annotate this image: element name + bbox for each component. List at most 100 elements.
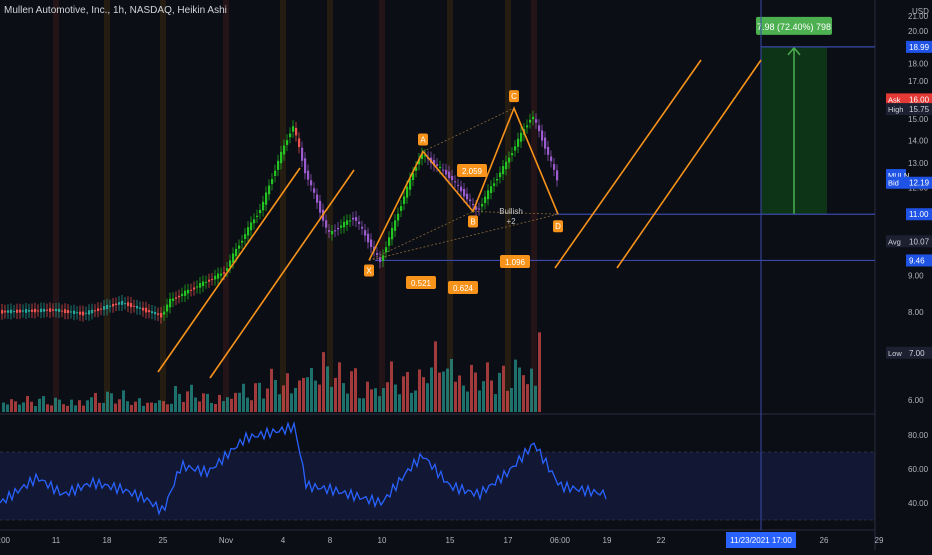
candle-body (220, 273, 223, 276)
candle-body (49, 308, 52, 312)
volume-bar (22, 402, 25, 412)
volume-bar (50, 405, 53, 412)
volume-bar (478, 390, 481, 412)
volume-bar (222, 401, 225, 412)
ratio-label: 2.059 (462, 167, 483, 176)
candle-body (316, 194, 319, 203)
volume-bar (138, 398, 141, 412)
candle-body (445, 169, 448, 175)
volume-bar (166, 404, 169, 412)
volume-bar (374, 388, 377, 412)
price-tick: 20.00 (908, 27, 929, 36)
pattern-point-label: D (555, 222, 561, 231)
volume-bar (278, 394, 281, 412)
pattern-signal: +2 (506, 217, 516, 226)
candle-body (334, 230, 337, 232)
chart-canvas[interactable]: 7.98 (72.40%) 798 2.059 0.521 0.624 1.096 X A B… (0, 0, 932, 550)
candle-body (484, 196, 487, 204)
volume-bar (454, 381, 457, 412)
candle-body (346, 220, 349, 225)
candle-body (106, 304, 109, 310)
volume-bar (398, 394, 401, 412)
candle-body (451, 175, 454, 181)
candle-body (499, 172, 502, 178)
candle-body (403, 196, 406, 204)
volume-bar (490, 380, 493, 412)
candle-body (517, 138, 520, 147)
candle-body (442, 169, 445, 171)
volume-bar (382, 388, 385, 412)
candle-body (367, 233, 370, 243)
crosshair-date-label: 11/23/2021 17:00 (730, 536, 792, 545)
volume-bar (274, 380, 277, 412)
candle-body (508, 157, 511, 163)
candle-body (469, 199, 472, 202)
candle-body (211, 278, 214, 280)
candle-body (370, 239, 373, 248)
candle-body (466, 193, 469, 200)
candle-body (64, 309, 67, 314)
ratio-label: 0.521 (411, 279, 432, 288)
volume-bar (506, 390, 509, 412)
candle-body (43, 308, 46, 312)
chart-root[interactable]: 7.98 (72.40%) 798 2.059 0.521 0.624 1.096 X A B… (0, 0, 932, 550)
volume-bar (54, 397, 57, 412)
volume-bar (498, 372, 501, 412)
volume-bar (110, 393, 113, 412)
candle-body (13, 311, 16, 313)
candle-body (187, 289, 190, 294)
candle-body (205, 281, 208, 283)
volume-bar (370, 389, 373, 412)
candle-body (169, 298, 172, 308)
candle-body (388, 237, 391, 246)
candle-body (112, 303, 115, 307)
volume-bar (114, 403, 117, 412)
candle-body (28, 309, 31, 312)
volume-bar (386, 382, 389, 412)
candle-body (550, 156, 553, 162)
candle-body (553, 164, 556, 170)
candle-body (40, 308, 43, 313)
volume-bar (14, 401, 17, 412)
candle-body (349, 220, 352, 222)
candle-body (88, 310, 91, 315)
candle-body (82, 311, 85, 316)
candle-body (145, 307, 148, 313)
candle-body (193, 287, 196, 290)
rsi-tick: 40.00 (908, 499, 929, 508)
candle-body (364, 230, 367, 236)
candle-body (151, 311, 154, 314)
candle-body (337, 227, 340, 230)
volume-bar (146, 402, 149, 412)
volume-bar (214, 404, 217, 412)
candle-body (283, 145, 286, 155)
price-tick: 8.00 (908, 308, 924, 317)
candle-body (325, 220, 328, 228)
volume-bar (334, 377, 337, 412)
pattern-point-label: X (366, 266, 372, 275)
volume-bar (282, 385, 285, 412)
volume-bar (106, 391, 109, 412)
volume-bar (182, 401, 185, 412)
price-label-value: 18.99 (909, 43, 930, 52)
candle-body (406, 186, 409, 198)
candle-body (244, 234, 247, 239)
volume-bar (302, 377, 305, 412)
price-tick: 14.00 (908, 136, 929, 145)
price-label-name: Bid (888, 179, 899, 188)
price-label-name: High (888, 105, 903, 114)
volume-bar (210, 402, 213, 412)
candle-body (91, 309, 94, 314)
volume-bar (70, 399, 73, 412)
candle-body (361, 226, 364, 229)
candle-body (277, 160, 280, 170)
price-tick: 17.00 (908, 77, 929, 86)
session-stripe (53, 0, 59, 412)
candle-body (547, 146, 550, 155)
date-tick: 8 (328, 536, 333, 545)
volume-bar (118, 399, 121, 412)
date-tick: 15 (446, 536, 455, 545)
date-tick: 11 (52, 536, 61, 545)
candle-body (505, 161, 508, 170)
candle-body (208, 279, 211, 282)
